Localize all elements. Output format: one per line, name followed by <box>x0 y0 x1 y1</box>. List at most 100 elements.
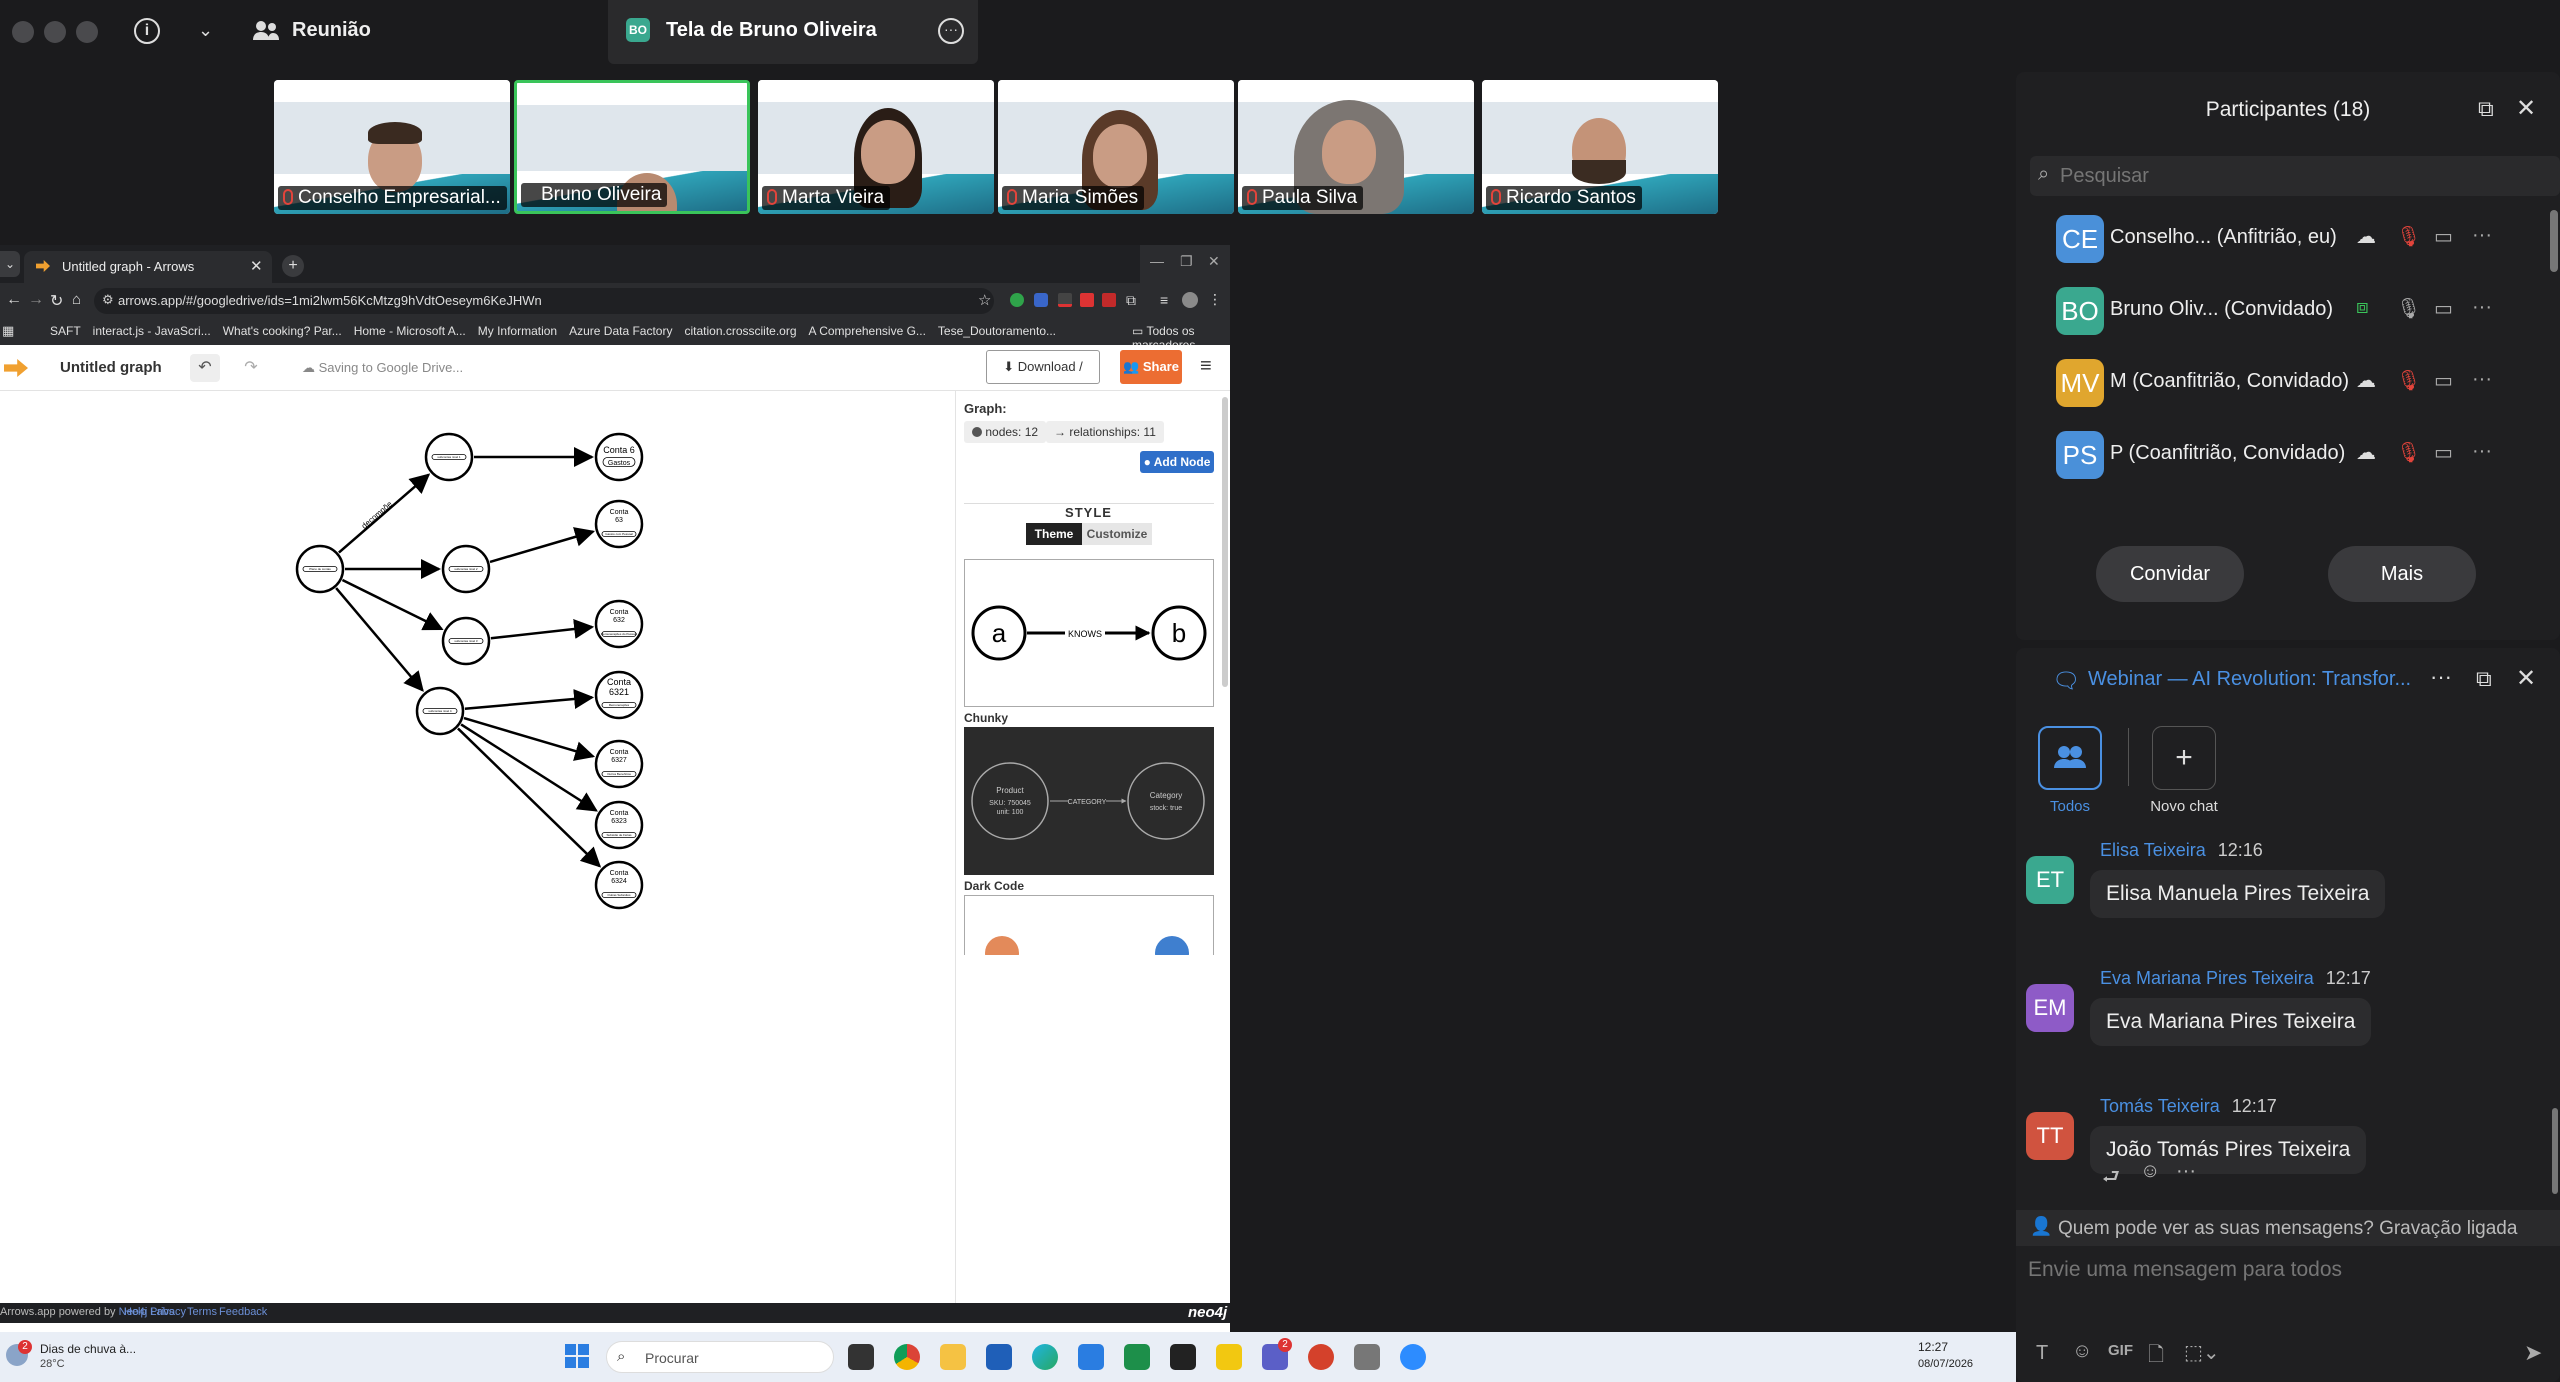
emoji-icon[interactable]: ☺ <box>2072 1340 2092 1363</box>
more-icon[interactable]: ··· <box>2472 296 2492 319</box>
invite-button[interactable]: Convidar <box>2096 546 2244 602</box>
undo-icon[interactable]: ↶ <box>190 354 220 382</box>
restore-icon[interactable]: ❐ <box>1180 253 1193 270</box>
message-bubble[interactable]: Eva Mariana Pires Teixeira <box>2090 998 2372 1046</box>
more-icon[interactable]: ··· <box>2472 440 2492 463</box>
bookmark-item[interactable]: My Information <box>478 324 557 338</box>
reading-list-icon[interactable]: ≡ <box>1160 292 1168 308</box>
bookmark-item[interactable]: Home - Microsoft A... <box>354 324 466 338</box>
edge-icon[interactable] <box>1032 1344 1058 1370</box>
node-circle[interactable] <box>594 860 644 910</box>
reply-icon[interactable]: ⮐ <box>2102 1162 2120 1196</box>
window-maximize-button[interactable] <box>76 21 98 43</box>
participant-row[interactable]: CE Conselho... (Anfitrião, eu) ☁ 🎙 ▭ ··· <box>2016 204 2546 274</box>
relationship-arrow[interactable] <box>490 619 595 640</box>
zoom-icon[interactable] <box>1400 1344 1426 1370</box>
bookmark-item[interactable]: SAFT <box>50 324 81 338</box>
tab-theme[interactable]: Theme <box>1026 523 1082 545</box>
node-circle[interactable] <box>594 599 644 649</box>
node-circle[interactable] <box>594 432 644 482</box>
graph-node[interactable]: subcontas nivel 3 <box>441 616 491 666</box>
add-node-button[interactable]: ● Add Node <box>1140 451 1214 473</box>
extensions-puzzle-icon[interactable]: ⧉ <box>1126 292 1136 309</box>
more-options-icon[interactable]: ··· <box>938 18 964 44</box>
video-tile[interactable]: Maria Simões <box>998 80 1234 214</box>
message-bubble[interactable]: João Tomás Pires Teixeira <box>2090 1126 2367 1174</box>
participants-search[interactable]: ⌕ <box>2030 156 2560 196</box>
graph-node[interactable]: Conta6321 Remunerações <box>594 670 644 720</box>
video-tile[interactable]: Paula Silva <box>1238 80 1474 214</box>
popout-icon[interactable]: ⧉ <box>2476 666 2492 692</box>
bookmark-item[interactable]: interact.js - JavaScri... <box>93 324 211 338</box>
more-button[interactable]: Mais <box>2328 546 2476 602</box>
relationship-arrow[interactable] <box>489 527 596 564</box>
graph-node[interactable]: Plano de contas <box>295 544 345 594</box>
footer-link-privacy[interactable]: Privacy <box>150 1306 186 1318</box>
graph-node[interactable]: Conta63 Gastos com Pessoal <box>594 499 644 549</box>
chat-input[interactable] <box>2028 1252 2548 1288</box>
more-icon[interactable]: ··· <box>2472 368 2492 391</box>
screenshot-icon[interactable]: ⬚⌄ <box>2184 1340 2220 1365</box>
chevron-down-icon[interactable]: ⌄ <box>198 20 213 41</box>
vscode-icon[interactable] <box>1078 1344 1104 1370</box>
extension-shield-icon[interactable] <box>1034 293 1048 307</box>
tab-search-icon[interactable]: ⌄ <box>0 251 20 277</box>
extension-pdf-icon[interactable] <box>1080 293 1094 307</box>
download-export-button[interactable]: ⬇ Download / Export <box>986 350 1100 406</box>
windows-start-icon[interactable] <box>565 1344 589 1368</box>
address-field[interactable]: ⚙ arrows.app/#/googledrive/ids=1mi2lwm56… <box>94 288 994 314</box>
send-icon[interactable]: ➤ <box>2524 1340 2542 1366</box>
inspector-scrollbar[interactable] <box>1222 397 1228 687</box>
text-format-icon[interactable]: T <box>2036 1342 2048 1365</box>
site-info-icon[interactable]: ⚙ <box>102 292 114 308</box>
store-icon[interactable] <box>986 1344 1012 1370</box>
extension-zotero-icon[interactable] <box>1058 293 1072 307</box>
tab-close-icon[interactable]: ✕ <box>250 257 263 275</box>
excel-icon[interactable] <box>1124 1344 1150 1370</box>
task-view-icon[interactable] <box>848 1344 874 1370</box>
close-window-icon[interactable]: ✕ <box>1208 253 1220 270</box>
browser-tab-active[interactable]: Untitled graph - Arrows ✕ <box>24 251 272 283</box>
extension-markup-icon[interactable] <box>1102 293 1116 307</box>
bookmark-item[interactable]: A Comprehensive G... <box>809 324 926 338</box>
home-icon[interactable]: ⌂ <box>72 291 81 308</box>
relationship-arrow[interactable] <box>335 587 424 692</box>
relationship-arrow[interactable] <box>457 727 602 868</box>
graph-node[interactable]: Conta 6 Gastos <box>594 432 644 482</box>
file-explorer-icon[interactable] <box>940 1344 966 1370</box>
redo-icon[interactable]: ↷ <box>236 354 266 382</box>
sender-name[interactable]: Elisa Teixeira <box>2100 840 2206 860</box>
participant-row[interactable]: PS P (Coanfitrião, Convidado) ☁ 🎙 ▭ ··· <box>2016 420 2546 490</box>
graph-node[interactable]: Conta6327 Outros Benefícios <box>594 739 644 789</box>
gif-button[interactable]: GIF <box>2108 1342 2133 1359</box>
arrows-logo-icon[interactable] <box>4 359 28 377</box>
node-circle[interactable] <box>594 739 644 789</box>
graph-node[interactable]: Conta6324 Outras Subsídios <box>594 860 644 910</box>
minimize-icon[interactable]: — <box>1150 253 1164 269</box>
window-close-button[interactable] <box>12 21 34 43</box>
graph-node[interactable]: subcontas nivel 1 <box>424 432 474 482</box>
bookmark-item[interactable]: Azure Data Factory <box>569 324 672 338</box>
chat-scrollbar[interactable] <box>2552 1108 2558 1194</box>
graph-node[interactable]: Conta6323 Subsídio de Férias <box>594 800 644 850</box>
footer-link-feedback[interactable]: Feedback <box>219 1306 267 1318</box>
node-circle[interactable] <box>594 800 644 850</box>
sender-name[interactable]: Eva Mariana Pires Teixeira <box>2100 968 2314 988</box>
sender-avatar[interactable]: TT <box>2026 1112 2074 1160</box>
browser-menu-icon[interactable]: ⋮ <box>1208 291 1222 308</box>
chat-title[interactable]: Webinar — AI Revolution: Transfor... <box>2088 668 2411 691</box>
taskbar-search-box[interactable]: ⌕ Procurar <box>606 1341 834 1373</box>
theme-card-chunky[interactable]: a b KNOWS <box>964 559 1214 707</box>
relationship-arrow[interactable] <box>341 578 444 631</box>
chat-more-icon[interactable]: ··· <box>2430 664 2452 690</box>
acrobat-icon[interactable] <box>1308 1344 1334 1370</box>
footer-link-help[interactable]: Help <box>124 1306 147 1318</box>
message-bubble[interactable]: Elisa Manuela Pires Teixeira <box>2090 870 2386 918</box>
clock-date[interactable]: 08/07/2026 <box>1918 1358 1973 1370</box>
hamburger-menu-icon[interactable]: ≡ <box>1200 355 1212 378</box>
forward-icon[interactable]: → <box>28 291 44 309</box>
extension-grammarly-icon[interactable] <box>1010 293 1024 307</box>
weather-title[interactable]: Dias de chuva à... <box>40 1342 136 1356</box>
node-circle[interactable] <box>594 499 644 549</box>
profile-avatar[interactable] <box>1182 292 1198 308</box>
